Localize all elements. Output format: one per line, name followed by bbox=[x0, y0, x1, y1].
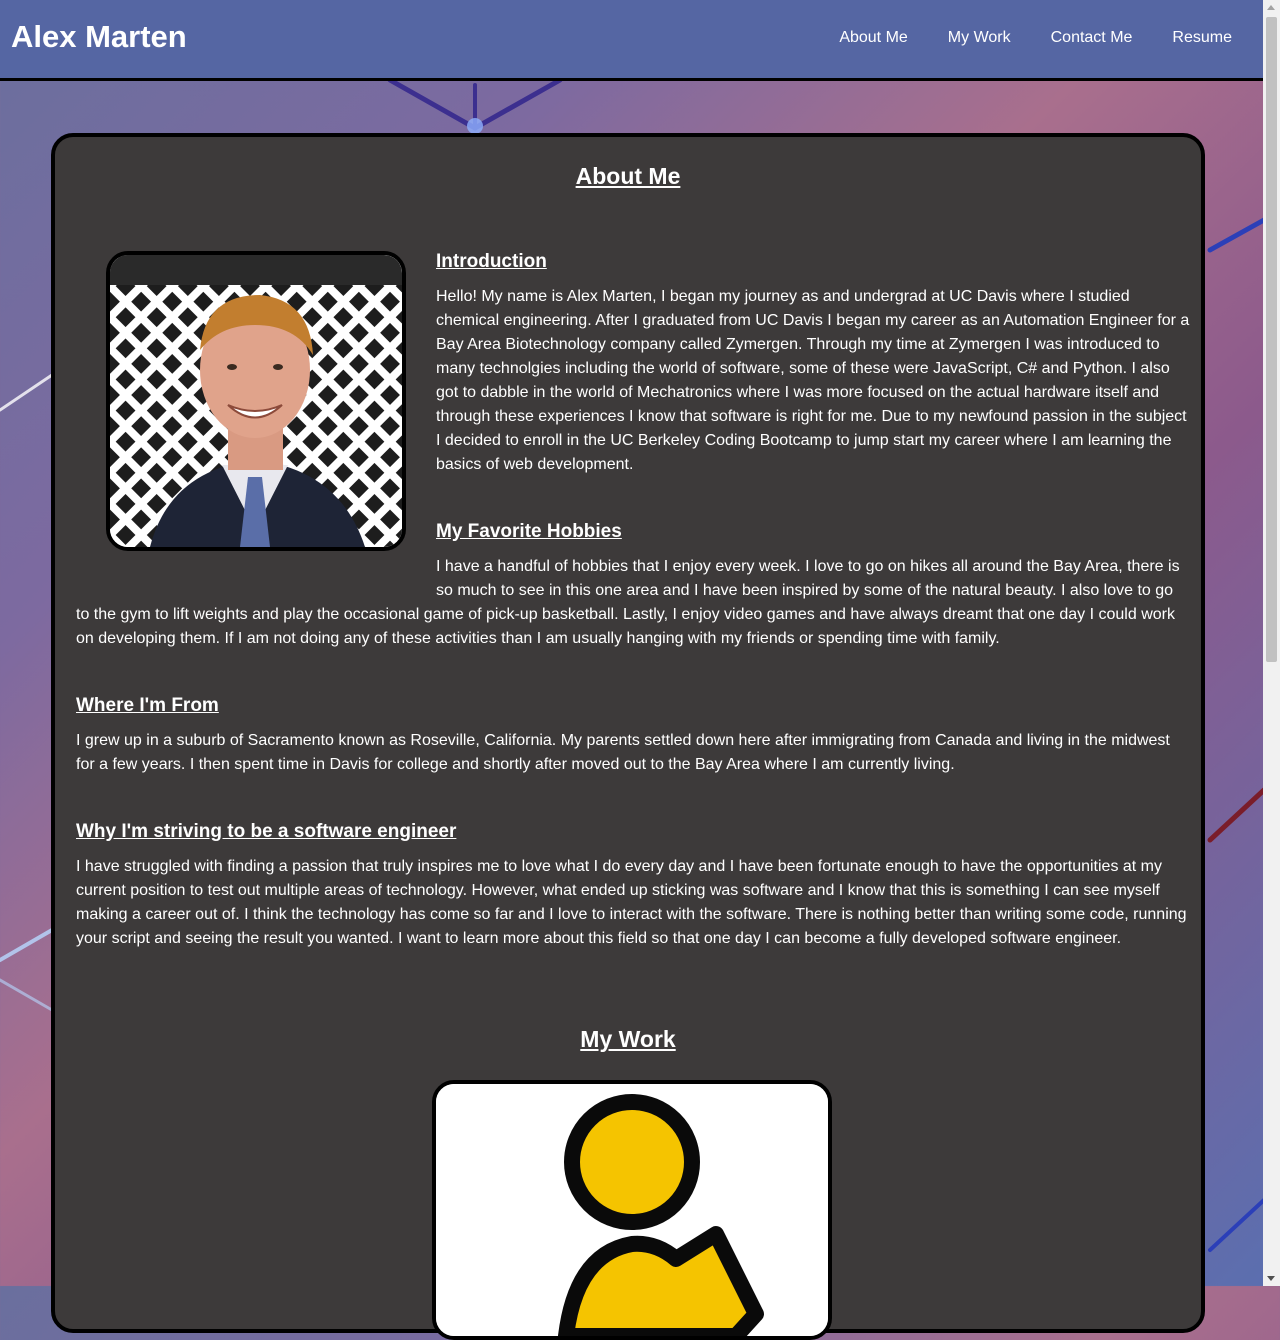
scroll-up-icon[interactable] bbox=[1267, 5, 1275, 10]
scroll-thumb[interactable] bbox=[1266, 17, 1277, 662]
project-image[interactable] bbox=[432, 1080, 832, 1340]
scroll-down-icon[interactable] bbox=[1267, 1276, 1275, 1281]
hobbies-text-line2: so much to see in this one area and I ha… bbox=[436, 582, 1174, 599]
hobbies-text: to the gym to lift weights and play the … bbox=[76, 606, 1175, 647]
my-work-title: My Work bbox=[580, 1026, 676, 1052]
nav-link-about-me[interactable]: About Me bbox=[839, 29, 907, 47]
nav-link-resume[interactable]: Resume bbox=[1172, 29, 1232, 47]
about-me-title: About Me bbox=[575, 163, 681, 189]
content-card: About Me Introduction Hello! My name is … bbox=[51, 133, 1205, 1340]
profile-photo bbox=[106, 251, 406, 551]
why-software-text: I have struggled with finding a passion … bbox=[76, 858, 1187, 947]
main-nav: About Me My Work Contact Me Resume bbox=[839, 29, 1232, 47]
introduction-heading: Introduction bbox=[436, 251, 547, 272]
introduction-text: Hello! My name is Alex Marten, I began m… bbox=[436, 288, 1190, 473]
nav-link-my-work[interactable]: My Work bbox=[948, 29, 1011, 47]
where-from-text: I grew up in a suburb of Sacramento know… bbox=[76, 732, 1170, 773]
site-header: Alex Marten About Me My Work Contact Me … bbox=[0, 0, 1264, 81]
nav-link-contact-me[interactable]: Contact Me bbox=[1051, 29, 1133, 47]
hobbies-text-line1: I have a handful of hobbies that I enjoy… bbox=[436, 558, 1180, 575]
brand-logo-text[interactable]: Alex Marten bbox=[11, 19, 187, 55]
hobbies-heading: My Favorite Hobbies bbox=[436, 521, 622, 542]
page-scrollbar[interactable] bbox=[1263, 0, 1280, 1286]
where-from-heading: Where I'm From bbox=[76, 695, 219, 716]
why-software-heading: Why I'm striving to be a software engine… bbox=[76, 821, 457, 842]
